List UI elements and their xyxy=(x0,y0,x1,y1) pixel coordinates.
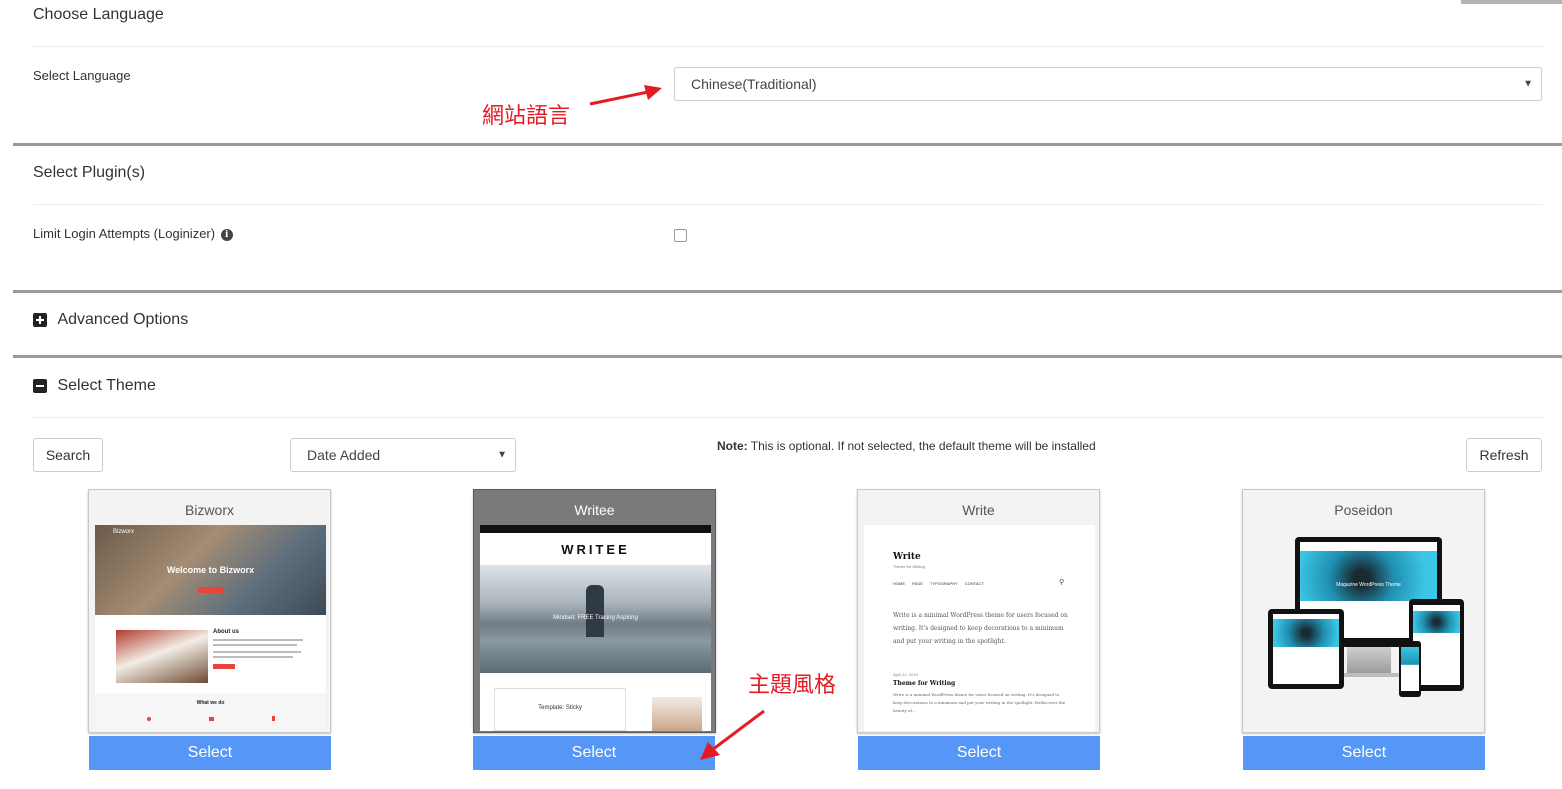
theme-preview-bizworx: Bizworx Welcome to Bizworx About us What… xyxy=(95,525,326,731)
annotation-arrow-icon xyxy=(700,709,765,760)
theme-card-writee[interactable]: Writee WRITEE Mindset: FREE Tracing Aspi… xyxy=(473,489,716,733)
preview-text-line xyxy=(213,651,301,653)
preview-about-title: About us xyxy=(213,629,239,635)
select-plugins-heading: Select Plugin(s) xyxy=(33,164,146,181)
refresh-button[interactable]: Refresh xyxy=(1466,438,1542,472)
select-theme-toggle[interactable]: Select Theme xyxy=(33,377,156,395)
preview-footer-band xyxy=(95,693,326,731)
collapse-minus-icon xyxy=(33,379,47,393)
preview-brand: Bizworx xyxy=(113,529,135,535)
preview-monitor-stand xyxy=(1347,647,1391,673)
preview-icon xyxy=(147,717,151,721)
preview-text-line xyxy=(213,656,293,658)
search-icon: ⚲ xyxy=(1059,579,1065,586)
divider xyxy=(33,417,1543,418)
language-annotation: 網站語言 xyxy=(482,104,571,129)
preview-monitor-hero xyxy=(1300,551,1437,601)
preview-hero-figure xyxy=(586,585,604,637)
preview-author-photo xyxy=(652,697,702,731)
preview-icon xyxy=(209,717,214,721)
preview-what-title: What we do xyxy=(196,700,225,706)
preview-hero-text: Welcome to Bizworx xyxy=(166,565,255,575)
note-label: Note: xyxy=(717,439,748,453)
preview-topnav xyxy=(480,525,711,533)
select-theme-button[interactable]: Select xyxy=(858,736,1100,770)
theme-card-bizworx[interactable]: Bizworx Bizworx Welcome to Bizworx About… xyxy=(88,489,331,733)
preview-monitor-base xyxy=(1339,673,1399,677)
preview-text-line xyxy=(213,639,303,641)
preview-tagline: Theme for Writing xyxy=(893,564,925,569)
language-select-value: Chinese(Traditional) xyxy=(691,76,817,92)
advanced-options-label: Advanced Options xyxy=(57,311,189,328)
theme-preview-writee: WRITEE Mindset: FREE Tracing Aspiring Te… xyxy=(480,525,711,731)
preview-nav-item: CONTACT xyxy=(964,581,984,586)
select-theme-button[interactable]: Select xyxy=(89,736,331,770)
preview-date: April 21, 2015 xyxy=(893,672,918,677)
section-divider xyxy=(13,290,1562,293)
expand-plus-icon xyxy=(33,313,47,327)
preview-hero-text: Magazine WordPress Theme xyxy=(1336,582,1401,588)
preview-nav-item: HOME xyxy=(893,581,905,586)
note-text: This is optional. If not selected, the d… xyxy=(750,439,1096,453)
top-scroll-indicator xyxy=(1461,0,1562,4)
preview-tablet-right-hero xyxy=(1413,611,1460,633)
preview-icon xyxy=(272,716,275,721)
select-theme-button[interactable]: Select xyxy=(1243,736,1485,770)
theme-name: Poseidon xyxy=(1334,502,1393,518)
preview-excerpt: Write is a minimal WordPress theme for u… xyxy=(893,692,1066,713)
preview-logo: Write xyxy=(893,552,921,562)
choose-language-heading: Choose Language xyxy=(33,6,164,23)
theme-name: Bizworx xyxy=(184,502,234,518)
preview-nav-item: PAGE xyxy=(912,581,923,586)
theme-card-poseidon[interactable]: Poseidon Magazine WordPress Theme xyxy=(1242,489,1485,733)
preview-nav-item: TYPOGRAPHY xyxy=(930,581,958,586)
section-divider xyxy=(13,355,1562,358)
preview-about-image xyxy=(116,630,208,683)
chevron-down-icon: ▼ xyxy=(497,449,507,461)
preview-post-title: Theme for Writing xyxy=(893,680,956,687)
preview-intro: Write is a minimal WordPress theme for u… xyxy=(893,612,1068,645)
select-theme-button[interactable]: Select xyxy=(473,736,715,770)
search-button[interactable]: Search xyxy=(33,438,103,472)
preview-phone-screen xyxy=(1401,647,1419,691)
info-icon[interactable]: i xyxy=(220,228,233,241)
section-divider xyxy=(13,143,1562,146)
plugin-row: Limit Login Attempts (Loginizer) i xyxy=(33,226,233,241)
plugin-label: Limit Login Attempts (Loginizer) xyxy=(33,226,216,241)
preview-tablet-left-hero xyxy=(1273,619,1339,647)
optional-note: Note: This is optional. If not selected,… xyxy=(717,439,1096,453)
divider xyxy=(33,46,1543,47)
sort-select-value: Date Added xyxy=(307,447,381,463)
select-language-label: Select Language xyxy=(33,68,131,83)
sort-select[interactable]: Date Added ▼ xyxy=(290,438,516,472)
plugin-checkbox[interactable] xyxy=(674,229,687,242)
preview-hero-button xyxy=(198,587,224,593)
preview-text-line xyxy=(213,644,297,646)
chevron-down-icon: ▼ xyxy=(1523,78,1533,90)
theme-annotation: 主題風格 xyxy=(748,673,837,698)
annotation-arrow-icon xyxy=(589,85,662,106)
theme-card-write[interactable]: Write Write Theme for Writing HOME PAGE … xyxy=(857,489,1100,733)
theme-name: Write xyxy=(962,502,995,518)
divider xyxy=(33,204,1543,205)
preview-nav: HOME PAGE TYPOGRAPHY CONTACT xyxy=(893,581,984,586)
preview-about-button xyxy=(213,664,235,669)
theme-preview-write: Write Theme for Writing HOME PAGE TYPOGR… xyxy=(864,525,1095,731)
theme-name: Writee xyxy=(574,502,615,518)
theme-preview-poseidon: Magazine WordPress Theme xyxy=(1249,525,1480,731)
advanced-options-toggle[interactable]: Advanced Options xyxy=(33,311,188,329)
preview-hero-caption: Mindset: FREE Tracing Aspiring xyxy=(553,615,638,621)
select-theme-label: Select Theme xyxy=(57,377,156,394)
language-select[interactable]: Chinese(Traditional) ▼ xyxy=(674,67,1542,101)
preview-post-title: Template: Sticky xyxy=(538,705,582,711)
preview-logo: WRITEE xyxy=(561,542,630,557)
